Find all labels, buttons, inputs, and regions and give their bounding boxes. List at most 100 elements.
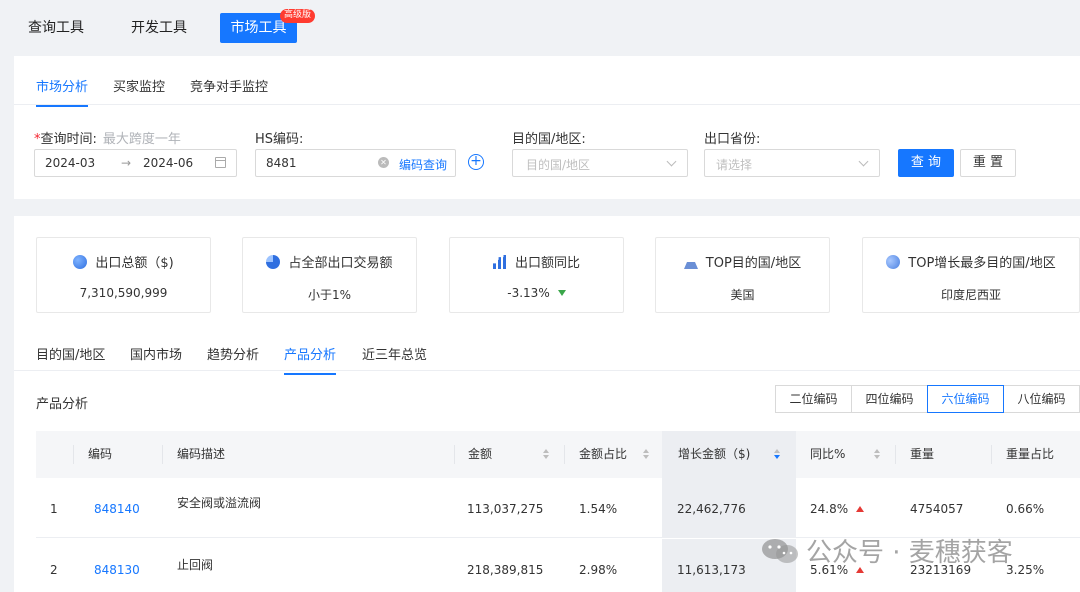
segment-4-digit[interactable]: 四位编码 [851,385,928,413]
premium-badge: 高级版 [279,9,315,23]
filter-panel: 市场分析 买家监控 竞争对手监控 *查询时间: 最大跨度一年 2024-03 → … [14,56,1080,199]
row-index: 2 [50,563,58,577]
watermark: 公众号 · 麦穗获客 [760,532,1013,568]
chevron-down-icon [858,156,869,167]
clear-icon[interactable]: ✕ [378,157,389,168]
column-separator [564,445,565,464]
tab-market-tools[interactable]: 市场工具 高级版 [220,9,315,43]
header-description: 编码描述 [177,447,226,461]
basket-icon [683,259,698,269]
kpi-value: 7,310,590,999 [79,286,168,300]
time-label-text: 查询时间: [40,132,97,147]
kpi-title: 出口额同比 [450,252,623,271]
province-select[interactable]: 请选择 [704,149,880,177]
code-description: 安全阀或溢流阀 [177,496,262,510]
code-link[interactable]: 848130 [94,563,140,577]
column-separator [895,445,896,464]
section-title: 产品分析 [36,397,89,412]
destination-placeholder: 目的国/地区 [526,158,591,172]
sort-icon[interactable] [874,449,880,460]
chevron-down-icon [666,156,677,167]
column-separator [73,445,74,464]
growth-amount-cell: 11,613,173 [677,563,746,577]
hs-code-input[interactable]: 8481 ✕ 编码查询 [255,149,456,177]
table-header: 编码 编码描述 金额 金额占比 增长金额（$) 同比% 重量 重量占比 [36,431,1080,478]
kpi-top-destination: TOP目的国/地区 美国 [655,237,830,313]
weight-cell: 4754057 [910,502,964,516]
sort-icon[interactable] [643,449,649,460]
tab-destination[interactable]: 目的国/地区 [36,344,105,373]
kpi-title-text: 出口总额（$) [95,256,174,271]
pie-chart-icon [266,255,281,269]
code-lookup-link[interactable]: 编码查询 [399,156,447,173]
wechat-icon [762,539,798,563]
kpi-value: 美国 [730,288,755,302]
kpi-export-total: 出口总额（$) 7,310,590,999 [36,237,211,313]
date-end[interactable]: 2024-06 [143,156,193,170]
earth-icon [886,255,901,269]
row-index: 1 [50,502,58,516]
tab-divider [14,370,1080,371]
header-weight: 重量 [910,447,935,461]
tab-market-tools-label: 市场工具 [230,20,287,36]
kpi-value: 小于1% [307,288,352,302]
globe-icon [73,255,88,269]
amount-share-cell: 1.54% [579,502,618,516]
trend-up-icon [856,506,865,512]
destination-label: 目的国/地区: [512,132,586,147]
kpi-title-text: TOP增长最多目的国/地区 [908,256,1056,271]
tab-trend-analysis[interactable]: 趋势分析 [207,344,259,373]
hs-code-label: HS编码: [255,132,304,147]
kpi-top-growth-destination: TOP增长最多目的国/地区 印度尼西亚 [862,237,1080,313]
destination-select[interactable]: 目的国/地区 [512,149,688,177]
header-amount-share[interactable]: 金额占比 [579,431,627,478]
kpi-export-yoy: 出口额同比 -3.13% [449,237,624,313]
weight-share-cell: 0.66% [1006,502,1045,516]
province-label: 出口省份: [704,132,761,147]
segment-8-digit[interactable]: 八位编码 [1003,385,1080,413]
trend-down-icon [557,290,566,296]
bar-chart-icon [492,255,507,269]
header-code: 编码 [88,447,113,461]
amount-cell: 218,389,815 [467,563,544,577]
tab-query-tools[interactable]: 查询工具 [28,13,84,43]
kpi-title-text: 出口额同比 [514,256,580,271]
top-tab-bar: 查询工具 开发工具 市场工具 高级版 [0,0,1080,56]
header-growth-amount[interactable]: 增长金额（$) [678,431,750,478]
tab-three-year-overview[interactable]: 近三年总览 [362,344,427,373]
code-link[interactable]: 848140 [94,502,140,516]
query-button[interactable]: 查 询 [898,149,954,177]
subtab-market-analysis[interactable]: 市场分析 [36,76,89,107]
segment-2-digit[interactable]: 二位编码 [775,385,852,413]
amount-cell: 113,037,275 [467,502,544,516]
segment-6-digit[interactable]: 六位编码 [927,385,1004,413]
yoy-value: 24.8% [810,502,849,516]
kpi-value: 印度尼西亚 [940,288,1001,302]
time-range-label: *查询时间: 最大跨度一年 [34,128,181,147]
tab-domestic-market[interactable]: 国内市场 [130,344,182,373]
growth-amount-cell: 22,462,776 [677,502,746,516]
table-row: 1 848140 安全阀或溢流阀 113,037,275 1.54% 22,46… [36,478,1080,538]
time-hint: 最大跨度一年 [102,132,181,147]
code-description: 止回阀 [177,558,214,572]
column-separator [454,445,455,464]
sort-icon[interactable] [543,449,549,460]
subtab-divider [14,104,1080,105]
reset-button[interactable]: 重 置 [960,149,1016,177]
kpi-share-of-exports: 占全部出口交易额 小于1% [242,237,417,313]
date-range-picker[interactable]: 2024-03 → 2024-06 [34,149,237,177]
kpi-title: 占全部出口交易额 [243,252,416,271]
header-amount[interactable]: 金额 [468,431,492,478]
sort-desc-icon[interactable] [774,449,780,460]
kpi-title: TOP增长最多目的国/地区 [863,252,1079,271]
header-weight-share: 重量占比 [1006,447,1055,461]
subtab-buyer-monitor[interactable]: 买家监控 [113,76,165,105]
calendar-icon[interactable] [215,157,226,168]
date-arrow-icon: → [121,156,132,170]
yoy-cell: 24.8% [810,502,865,516]
date-start[interactable]: 2024-03 [45,156,95,170]
header-yoy[interactable]: 同比% [810,431,845,478]
add-code-icon[interactable]: + [468,154,484,170]
subtab-competitor-monitor[interactable]: 竞争对手监控 [190,76,268,105]
tab-dev-tools[interactable]: 开发工具 [131,13,187,43]
